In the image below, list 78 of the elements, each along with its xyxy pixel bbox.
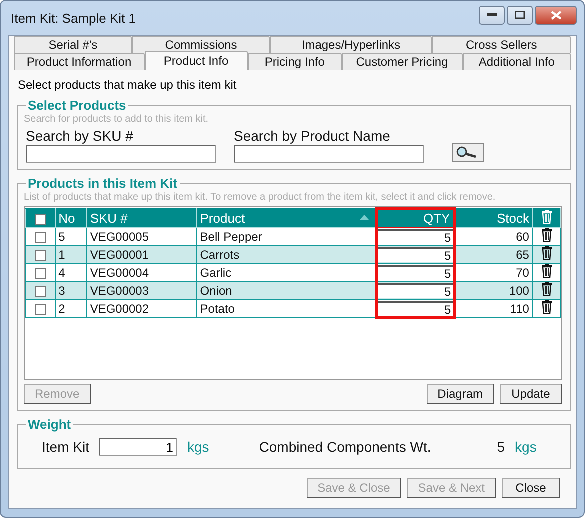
row-checkbox[interactable] — [34, 268, 46, 279]
row-checkbox[interactable] — [34, 286, 46, 297]
hint-text: List of products that make up this item kit. To remove a product from the item kit, select it and click remove. — [24, 192, 497, 203]
table-cell: Garlic — [196, 264, 376, 282]
table-cell: 100 — [454, 282, 533, 300]
table-cell: Onion — [196, 282, 376, 300]
qty-field[interactable]: 5 — [378, 247, 454, 262]
combined-weight-value: 5 — [497, 439, 506, 455]
qty-field[interactable]: 5 — [378, 265, 454, 280]
table-cell: 110 — [454, 300, 533, 318]
action-button[interactable]: Update — [500, 384, 562, 404]
close-window-button[interactable] — [535, 6, 577, 24]
group-title: Products in this Item Kit — [27, 176, 179, 191]
action-button[interactable]: Diagram — [426, 384, 494, 404]
trash-icon[interactable] — [542, 282, 552, 296]
table-cell: 65 — [454, 246, 533, 264]
field-label: Search by Product Name — [234, 128, 392, 144]
column-header[interactable]: Product — [196, 208, 376, 228]
table-cell: VEG00003 — [86, 282, 197, 300]
column-header[interactable]: Stock — [454, 208, 533, 228]
row-checkbox[interactable] — [34, 304, 46, 315]
hint-text: Search for products to add to this item kit. — [24, 114, 210, 125]
trash-icon[interactable] — [542, 264, 552, 278]
table-cell: VEG00001 — [86, 246, 197, 264]
header-checkbox[interactable] — [34, 214, 46, 225]
trash-icon[interactable] — [542, 228, 552, 242]
table-cell: 70 — [454, 264, 533, 282]
tab[interactable]: Product Info — [144, 51, 248, 70]
unit-label: kgs — [187, 439, 210, 455]
group-title: Select Products — [27, 98, 128, 113]
close-icon — [550, 10, 562, 20]
footer-button[interactable]: Close — [502, 478, 560, 498]
tab[interactable]: Pricing Info — [248, 53, 342, 70]
table-cell: 2 — [55, 300, 87, 318]
maximize-icon — [515, 11, 525, 19]
tab[interactable]: Product Information — [14, 53, 145, 70]
table-cell: 1 — [55, 246, 87, 264]
tab[interactable]: Cross Sellers — [432, 36, 571, 53]
tab[interactable]: Commissions — [132, 36, 270, 53]
field-label: Search by SKU # — [26, 128, 134, 144]
intro-text: Select products that make up this item kit — [18, 78, 238, 92]
table-cell: 5 — [55, 228, 87, 246]
maximize-button[interactable] — [507, 6, 533, 24]
field-label: Item Kit — [42, 439, 90, 455]
item-kit-weight-field[interactable]: 1 — [99, 438, 178, 456]
table-cell: 4 — [55, 264, 87, 282]
group-title: Weight — [27, 417, 72, 432]
row-checkbox[interactable] — [34, 232, 46, 243]
field-label: Combined Components Wt. — [259, 439, 432, 455]
window-title: Item Kit: Sample Kit 1 — [11, 10, 136, 26]
table-cell: VEG00002 — [86, 300, 197, 318]
qty-field[interactable]: 5 — [378, 283, 454, 298]
table-cell: 60 — [454, 228, 533, 246]
column-header[interactable]: QTY — [376, 208, 455, 228]
search-button[interactable] — [452, 143, 484, 162]
column-header[interactable]: No — [55, 208, 87, 228]
sku-search-field[interactable] — [26, 145, 216, 163]
tab[interactable]: Additional Info — [462, 53, 571, 70]
tab[interactable]: Images/Hyperlinks — [270, 36, 432, 53]
table-cell: VEG00004 — [86, 264, 197, 282]
table-cell: 3 — [55, 282, 87, 300]
table-cell: Carrots — [196, 246, 376, 264]
table-cell: Bell Pepper — [196, 228, 376, 246]
minimize-button[interactable] — [479, 6, 505, 24]
qty-field[interactable]: 5 — [378, 300, 454, 316]
trash-icon[interactable] — [542, 246, 552, 260]
table-cell: Potato — [196, 300, 376, 318]
sort-arrow-icon — [360, 215, 369, 220]
name-search-field[interactable] — [234, 145, 424, 163]
row-checkbox[interactable] — [34, 250, 46, 261]
trash-icon[interactable] — [542, 300, 552, 314]
tab[interactable]: Serial #'s — [14, 36, 132, 53]
unit-label: kgs — [515, 439, 537, 455]
qty-field[interactable]: 5 — [378, 229, 454, 244]
minimize-icon — [487, 13, 497, 17]
table-cell: VEG00005 — [86, 228, 197, 246]
tab[interactable]: Customer Pricing — [342, 53, 463, 70]
column-header[interactable]: SKU # — [86, 208, 197, 228]
